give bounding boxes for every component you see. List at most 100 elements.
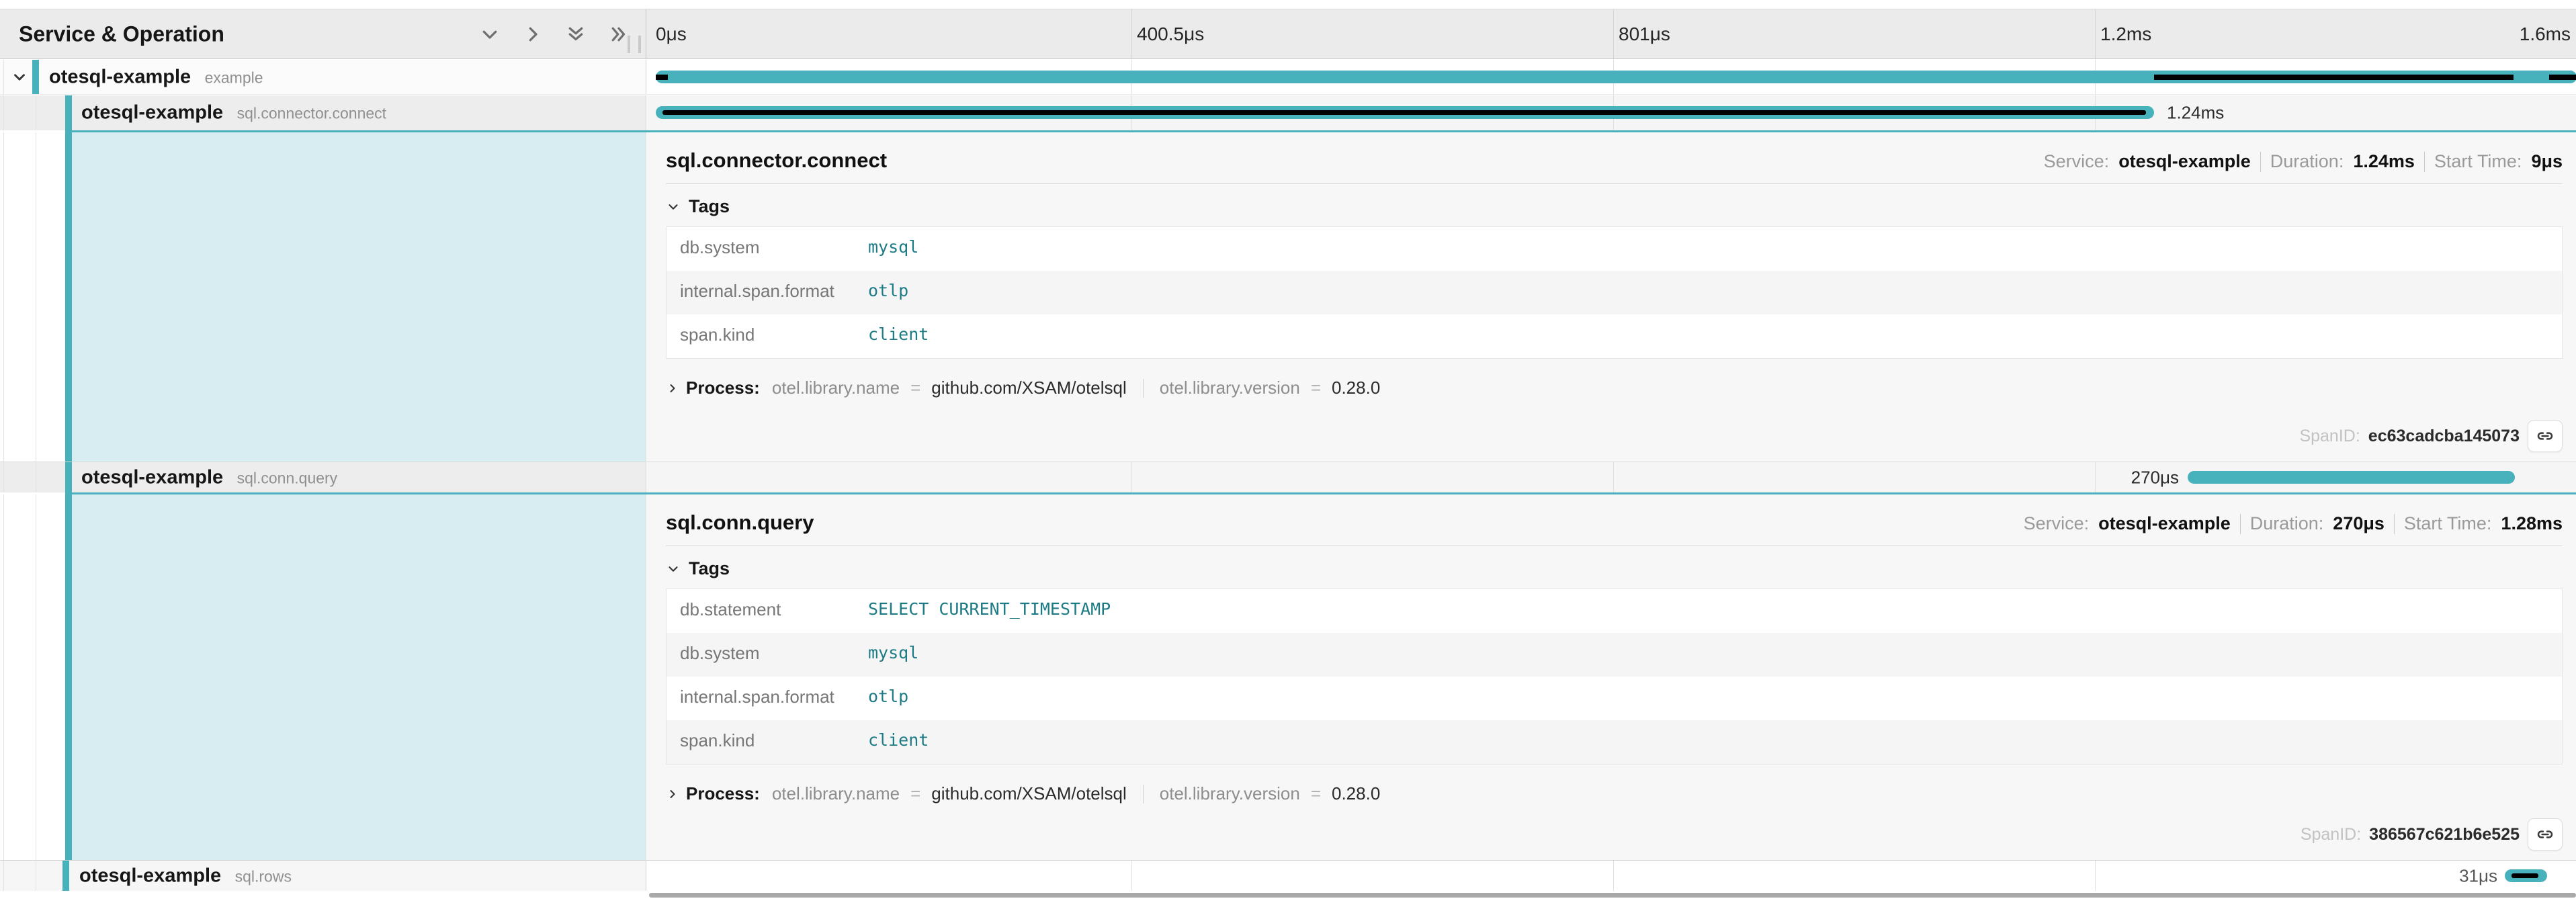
span-detail-meta: Service: otesql-example Duration: 270μs … xyxy=(2024,513,2563,534)
expand-one-icon[interactable] xyxy=(521,23,544,46)
span-bar-query[interactable] xyxy=(2188,471,2515,484)
process-section-toggle[interactable]: Process: otel.library.name = github.com/… xyxy=(666,783,2563,804)
process-key: otel.library.name xyxy=(772,783,900,804)
indent-guide xyxy=(3,494,4,860)
duration-label: Duration: xyxy=(2250,513,2324,534)
copy-span-link-button[interactable] xyxy=(2528,818,2563,851)
service-operation-header: Service & Operation xyxy=(0,9,646,58)
service-color-accent xyxy=(65,494,72,860)
span-row-example-name-col[interactable]: otesql-example example xyxy=(0,60,646,94)
tags-table: db.statement SELECT CURRENT_TIMESTAMP db… xyxy=(666,589,2563,765)
collapse-all-icon[interactable] xyxy=(564,23,587,46)
ruler-tick-3: 1.2ms xyxy=(2100,24,2151,45)
span-row-rows-name-col[interactable]: otesql-example sql.rows xyxy=(0,861,646,891)
tags-section-toggle[interactable]: Tags xyxy=(666,196,2563,217)
indent-guide xyxy=(3,132,4,462)
tag-value: client xyxy=(868,720,2562,750)
equals-sign: = xyxy=(910,378,920,398)
chevron-down-icon xyxy=(666,562,681,576)
tags-section-toggle[interactable]: Tags xyxy=(666,558,2563,579)
span-duration-label: 31μs xyxy=(2459,865,2497,886)
duration-label: Duration: xyxy=(2270,151,2344,172)
span-row-query-name-col[interactable]: otesql-example sql.conn.query xyxy=(0,462,646,492)
start-time-value: 1.28ms xyxy=(2501,513,2563,534)
span-row-connect-name-col[interactable]: otesql-example sql.connector.connect xyxy=(0,95,646,130)
span-row-rows-timeline[interactable]: 31μs xyxy=(647,861,2576,891)
gridline xyxy=(2095,861,2096,891)
service-label: Service: xyxy=(2024,513,2090,534)
detail-depth-fill xyxy=(72,132,646,462)
span-id-row: SpanID: ec63cadcba145073 xyxy=(666,420,2563,452)
equals-sign: = xyxy=(1311,378,1321,398)
horizontal-scrollbar[interactable] xyxy=(649,893,2576,898)
link-icon xyxy=(2535,426,2555,446)
tag-key: span.kind xyxy=(667,720,868,751)
expand-collapse-controls xyxy=(478,23,630,46)
process-section-toggle[interactable]: Process: otel.library.name = github.com/… xyxy=(666,378,2563,398)
process-value: 0.28.0 xyxy=(1332,783,1380,804)
detail-left-column xyxy=(0,132,646,462)
chevron-right-icon xyxy=(666,382,679,395)
service-color-accent xyxy=(65,132,72,462)
process-key: otel.library.name xyxy=(772,378,900,398)
ruler-divider xyxy=(1131,9,1132,58)
span-bar-rows[interactable] xyxy=(2505,869,2547,882)
detail-divider xyxy=(666,183,2563,184)
process-label: Process: xyxy=(686,783,760,804)
span-row-connect-timeline[interactable]: 1.24ms xyxy=(647,95,2576,130)
meta-divider xyxy=(2260,152,2261,172)
meta-divider xyxy=(2240,514,2241,534)
detail-depth-fill xyxy=(72,494,646,860)
span-id-row: SpanID: 386567c621b6e525 xyxy=(666,818,2563,851)
collapse-one-icon[interactable] xyxy=(478,23,501,46)
service-color-accent xyxy=(65,95,72,130)
tag-key: span.kind xyxy=(667,314,868,345)
process-value: 0.28.0 xyxy=(1332,378,1380,398)
service-name: otesql-example xyxy=(79,865,221,886)
span-duration-label: 270μs xyxy=(2131,467,2179,488)
ruler-tick-0: 0μs xyxy=(656,24,687,45)
copy-span-link-button[interactable] xyxy=(2528,420,2563,452)
service-value: otesql-example xyxy=(2098,513,2231,534)
ruler-tick-4: 1.6ms xyxy=(2520,24,2571,45)
critical-path-mark xyxy=(656,75,668,80)
span-row-example-timeline[interactable] xyxy=(647,60,2576,94)
column-resize-handle[interactable] xyxy=(628,36,641,53)
chevron-down-icon xyxy=(666,200,681,214)
tag-value: mysql xyxy=(868,633,2562,662)
expand-all-icon[interactable] xyxy=(607,23,630,46)
tag-value: client xyxy=(868,314,2562,344)
gridline xyxy=(1613,462,1614,492)
critical-path-mark xyxy=(2511,873,2538,878)
critical-path-mark xyxy=(2154,75,2514,80)
span-detail-title: sql.conn.query xyxy=(666,511,814,535)
service-name: otesql-example xyxy=(81,102,223,124)
tag-row: db.system mysql xyxy=(667,633,2562,677)
span-row-query-timeline[interactable]: 270μs xyxy=(647,462,2576,492)
tag-key: db.statement xyxy=(667,589,868,620)
span-row-sql-rows[interactable]: otesql-example sql.rows 31μs xyxy=(0,860,2576,891)
tag-value: mysql xyxy=(868,227,2562,257)
span-id-label: SpanID: xyxy=(2299,427,2360,446)
indent-guide xyxy=(3,462,4,492)
tag-key: db.system xyxy=(667,633,868,664)
operation-name: sql.conn.query xyxy=(237,469,338,486)
span-id-value: 386567c621b6e525 xyxy=(2369,825,2520,844)
timeline-ruler: 0μs 400.5μs 801μs 1.2ms 1.6ms xyxy=(647,9,2576,58)
tag-key: internal.span.format xyxy=(667,271,868,302)
process-divider xyxy=(1143,379,1144,398)
span-id-value: ec63cadcba145073 xyxy=(2368,427,2520,446)
timeline-header: Service & Operation 0μs xyxy=(0,9,2576,59)
span-id-label: SpanID: xyxy=(2301,825,2361,844)
span-row-sql-conn-query[interactable]: otesql-example sql.conn.query 270μs xyxy=(0,462,2576,492)
span-row-sql-connector-connect[interactable]: otesql-example sql.connector.connect 1.2… xyxy=(0,95,2576,130)
tag-value: otlp xyxy=(868,271,2562,300)
collapse-children-icon[interactable] xyxy=(11,69,28,86)
span-duration-label: 1.24ms xyxy=(2167,103,2224,124)
span-row-example[interactable]: otesql-example example xyxy=(0,60,2576,95)
start-time-label: Start Time: xyxy=(2404,513,2492,534)
span-bar-connect[interactable] xyxy=(656,106,2154,119)
start-time-value: 9μs xyxy=(2531,151,2563,172)
span-bar-example[interactable] xyxy=(656,71,2576,83)
gridline xyxy=(1131,861,1132,891)
